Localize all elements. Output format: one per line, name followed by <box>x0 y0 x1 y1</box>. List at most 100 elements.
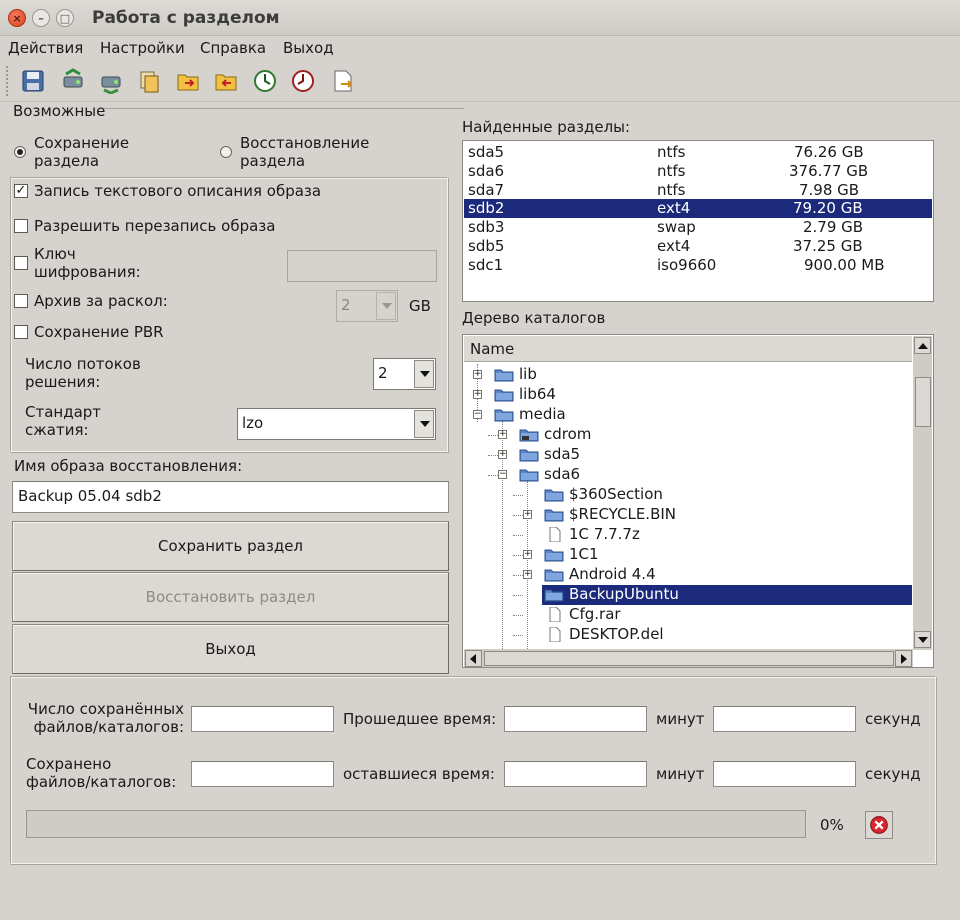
list-item[interactable]: sda5 ntfs 76.26 GB <box>464 143 932 162</box>
exit-button[interactable]: Выход <box>12 624 449 674</box>
allow-overwrite-label[interactable]: Разрешить перезапись образа <box>34 217 275 235</box>
expand-icon[interactable]: + <box>473 390 482 399</box>
tree-item[interactable]: + Android 4.4 <box>463 565 912 585</box>
split-archive-checkbox[interactable] <box>14 294 28 308</box>
partitions-list[interactable]: sda5 ntfs 76.26 GB sda6 ntfs 376.77 GB sda7 n… <box>462 140 934 302</box>
tree-item[interactable]: +1C1 <box>463 545 912 565</box>
folder-icon <box>544 587 564 602</box>
elapsed-seconds-field[interactable] <box>713 706 856 732</box>
progress-bar <box>26 810 806 838</box>
compression-select[interactable]: lzo <box>237 408 436 440</box>
copy-icon[interactable] <box>136 68 164 96</box>
restore-mode-label[interactable]: Восстановление раздела <box>240 134 369 170</box>
threads-select[interactable]: 2 <box>373 358 436 390</box>
tree-item-label: media <box>519 405 566 423</box>
save-partition-button[interactable]: Сохранить раздел <box>12 521 449 571</box>
tree-item[interactable]: Cfg.rar <box>463 605 912 625</box>
remaining-minutes-field[interactable] <box>504 761 647 787</box>
clock-icon[interactable] <box>252 68 280 96</box>
tree-item[interactable]: − media <box>463 405 912 425</box>
tree-item[interactable]: $360Section <box>463 485 912 505</box>
list-item[interactable]: sda7 ntfs 7.98 GB <box>464 181 932 200</box>
tree-item[interactable]: + lib64 <box>463 385 912 405</box>
restore-mode-radio[interactable] <box>220 146 232 158</box>
chevron-down-icon[interactable] <box>376 292 396 320</box>
tree-item[interactable]: + sda5 <box>463 445 912 465</box>
list-item[interactable]: sda6 ntfs 376.77 GB <box>464 162 932 181</box>
split-size-select[interactable]: 2 <box>336 290 398 322</box>
folder-icon <box>544 547 564 562</box>
tree-item-label: lib <box>519 365 537 383</box>
expand-icon[interactable]: + <box>498 430 507 439</box>
list-item-selected[interactable]: sdb2 ext4 79.20 GB <box>464 199 932 218</box>
cancel-button[interactable] <box>865 811 893 839</box>
tree-item[interactable]: + $RECYCLE.BIN <box>463 505 912 525</box>
scroll-right-button[interactable] <box>895 650 912 667</box>
tree-header[interactable]: Name <box>464 336 912 362</box>
backup-partition-icon[interactable] <box>60 68 88 96</box>
menu-actions[interactable]: Действия <box>8 39 83 57</box>
compression-value: lzo <box>242 414 264 432</box>
expand-icon[interactable]: + <box>498 450 507 459</box>
list-item[interactable]: sdb5 ext4 37.25 GB <box>464 237 932 256</box>
allow-overwrite-checkbox[interactable] <box>14 219 28 233</box>
save-mode-radio[interactable] <box>14 146 26 158</box>
restore-partition-icon[interactable] <box>98 68 126 96</box>
tree-item[interactable]: DESKTOP.del <box>463 625 912 645</box>
tree-item[interactable]: + lib <box>463 365 912 385</box>
list-item[interactable]: sdb3 swap 2.79 GB <box>464 218 932 237</box>
encryption-checkbox[interactable] <box>14 256 28 270</box>
vertical-scroll-thumb[interactable] <box>915 377 931 427</box>
timer-icon[interactable] <box>290 68 318 96</box>
toolbar-grip[interactable] <box>6 66 10 96</box>
folder-export-icon[interactable] <box>213 68 241 96</box>
image-name-input[interactable]: Backup 05.04 sdb2 <box>12 481 449 513</box>
expand-icon[interactable]: + <box>523 570 532 579</box>
tree-item-label: 1C1 <box>569 545 599 563</box>
restore-partition-button[interactable]: Восстановить раздел <box>12 572 449 622</box>
expand-icon[interactable]: + <box>523 510 532 519</box>
scroll-down-button[interactable] <box>914 631 931 648</box>
directory-tree[interactable]: Name + lib + lib64 − media + cdrom + sda5 − sda6 $36… <box>462 334 934 668</box>
expand-icon[interactable]: + <box>473 370 482 379</box>
collapse-icon[interactable]: − <box>473 410 482 419</box>
scroll-left-button[interactable] <box>465 650 482 667</box>
chevron-down-icon[interactable] <box>414 410 434 438</box>
maximize-window-button[interactable]: □ <box>56 9 74 27</box>
encryption-key-field[interactable] <box>287 250 437 282</box>
close-window-button[interactable]: × <box>8 9 26 27</box>
horizontal-scroll-thumb[interactable] <box>484 651 894 666</box>
split-size-value: 2 <box>341 296 351 314</box>
menu-help[interactable]: Справка <box>200 39 266 57</box>
saved-files-field[interactable] <box>191 761 334 787</box>
document-export-icon[interactable] <box>330 68 358 96</box>
write-description-checkbox[interactable]: ✓ <box>14 184 28 198</box>
scroll-up-button[interactable] <box>914 337 931 354</box>
tree-item-label: sda5 <box>544 445 581 463</box>
tree-item-selected[interactable]: BackupUbuntu <box>463 585 912 605</box>
tree-item[interactable]: 1C 7.7.7z <box>463 525 912 545</box>
list-item[interactable]: sdc1 iso9660 900.00 MB <box>464 256 932 275</box>
encryption-label[interactable]: Ключ шифрования: <box>34 245 141 281</box>
remaining-seconds-field[interactable] <box>713 761 856 787</box>
tree-item-label: Android 4.4 <box>569 565 656 583</box>
save-pbr-label[interactable]: Сохранение PBR <box>34 323 164 341</box>
tree-item[interactable]: + cdrom <box>463 425 912 445</box>
menu-settings[interactable]: Настройки <box>100 39 185 57</box>
folder-arrow-icon[interactable] <box>175 68 203 96</box>
save-mode-label[interactable]: Сохранение раздела <box>34 134 129 170</box>
save-pbr-checkbox[interactable] <box>14 325 28 339</box>
tree-column-name: Name <box>470 340 515 358</box>
saved-count-field[interactable] <box>191 706 334 732</box>
tree-item[interactable]: − sda6 <box>463 465 912 485</box>
expand-icon[interactable]: + <box>523 550 532 559</box>
elapsed-minutes-field[interactable] <box>504 706 647 732</box>
tree-item-label: sda6 <box>544 465 581 483</box>
write-description-label[interactable]: Запись текстового описания образа <box>34 182 321 200</box>
minimize-window-button[interactable]: – <box>32 9 50 27</box>
save-disk-icon[interactable] <box>20 68 48 96</box>
collapse-icon[interactable]: − <box>498 470 507 479</box>
chevron-down-icon[interactable] <box>414 360 434 388</box>
menu-exit[interactable]: Выход <box>283 39 334 57</box>
split-archive-label[interactable]: Архив за раскол: <box>34 292 168 310</box>
